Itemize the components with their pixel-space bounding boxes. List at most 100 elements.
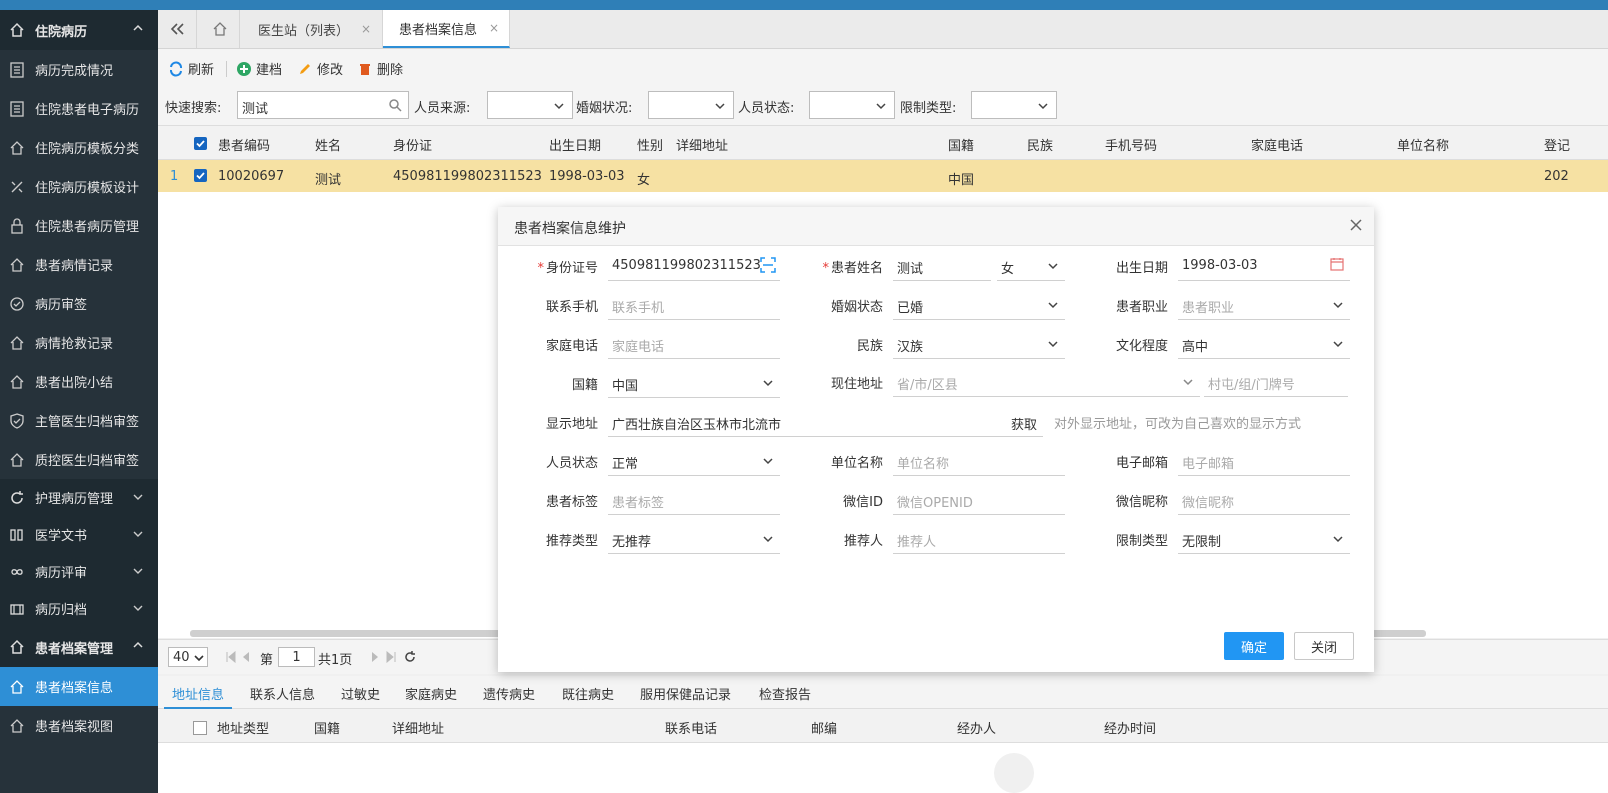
reload-icon[interactable]	[403, 650, 417, 664]
ethnic-select[interactable]: 汉族	[893, 328, 1065, 359]
collapse-sidebar-button[interactable]	[158, 10, 197, 48]
sidebar-item-record-management[interactable]: 住院患者病历管理	[0, 206, 158, 245]
home-tab-button[interactable]	[201, 10, 240, 48]
tab-patient-archive[interactable]: 患者档案信息 ×	[383, 10, 510, 48]
next-page-icon[interactable]	[370, 651, 380, 663]
sidebar-item-discharge-summary[interactable]: 患者出院小结	[0, 362, 158, 401]
sidebar-group-nursing[interactable]: 护理病历管理	[0, 479, 158, 516]
sidebar-group-inpatient-records[interactable]: 住院病历	[0, 10, 158, 50]
status-select[interactable]	[809, 91, 895, 119]
sidebar-item-record-completion[interactable]: 病历完成情况	[0, 50, 158, 89]
col-header[interactable]: 邮编	[811, 718, 837, 737]
prev-page-icon[interactable]	[241, 651, 251, 663]
close-icon[interactable]: ×	[489, 21, 499, 35]
search-icon[interactable]	[388, 98, 402, 112]
col-header[interactable]: 国籍	[314, 718, 340, 737]
col-header[interactable]: 详细地址	[392, 718, 444, 737]
tab-address-info[interactable]: 地址信息	[163, 684, 233, 709]
edit-button[interactable]: 修改	[297, 59, 343, 78]
sidebar-item-rescue-record[interactable]: 病情抢救记录	[0, 323, 158, 362]
col-header[interactable]: 手机号码	[1105, 135, 1157, 154]
wechat-field[interactable]: 微信OPENID	[893, 484, 1065, 515]
select-all-checkbox[interactable]	[193, 721, 207, 735]
col-header[interactable]: 详细地址	[676, 135, 728, 154]
sidebar-item-template-design[interactable]: 住院病历模板设计	[0, 167, 158, 206]
tab-doctor-station[interactable]: 医生站（列表） ×	[242, 10, 383, 48]
sidebar-item-qc-archive[interactable]: 质控医生归档审签	[0, 440, 158, 479]
page-size-select[interactable]: 40	[168, 647, 208, 667]
sidebar-item-patient-archive-info[interactable]: 患者档案信息	[0, 667, 158, 706]
source-select[interactable]	[487, 91, 573, 119]
col-header[interactable]: 出生日期	[549, 135, 601, 154]
create-button[interactable]: 建档	[236, 59, 282, 78]
job-select[interactable]: 患者职业	[1178, 289, 1350, 320]
person-status-select[interactable]: 正常	[608, 445, 780, 476]
scan-icon[interactable]	[760, 257, 776, 273]
last-page-icon[interactable]	[385, 651, 397, 663]
select-all-checkbox[interactable]	[194, 137, 207, 150]
display-addr-field[interactable]: 广西壮族自治区玉林市北流市 获取	[608, 406, 1043, 437]
col-header[interactable]: 姓名	[315, 135, 341, 154]
col-header[interactable]: 患者编码	[218, 135, 270, 154]
col-header[interactable]: 登记	[1544, 135, 1570, 154]
sidebar-group-record-evaluation[interactable]: 病历评审	[0, 553, 158, 590]
col-header[interactable]: 民族	[1027, 135, 1053, 154]
col-header[interactable]: 国籍	[948, 135, 974, 154]
nick-field[interactable]: 微信昵称	[1178, 484, 1350, 515]
col-header[interactable]: 经办时间	[1104, 718, 1156, 737]
close-icon[interactable]: ×	[361, 22, 371, 36]
rec-type-select[interactable]: 无推荐	[608, 523, 780, 554]
col-header[interactable]: 性别	[637, 135, 663, 154]
fetch-address-button[interactable]: 获取	[1011, 414, 1037, 433]
company-field[interactable]: 单位名称	[893, 445, 1065, 476]
marital-select[interactable]	[648, 91, 734, 119]
tab-past-history[interactable]: 既往病史	[562, 684, 614, 703]
sidebar-group-patient-archive[interactable]: 患者档案管理	[0, 627, 158, 667]
home-phone-field[interactable]: 家庭电话	[608, 328, 780, 359]
tab-allergy[interactable]: 过敏史	[341, 684, 380, 703]
address-region-select[interactable]: 省/市/区县	[893, 366, 1200, 397]
sidebar-item-patient-archive-view[interactable]: 患者档案视图	[0, 706, 158, 745]
tab-genetic-history[interactable]: 遗传病史	[483, 684, 535, 703]
table-row[interactable]: 1 10020697 测试 450981199802311523 1998-03…	[158, 160, 1608, 192]
confirm-button[interactable]: 确定	[1224, 632, 1284, 660]
col-header[interactable]: 联系电话	[665, 718, 717, 737]
first-page-icon[interactable]	[225, 651, 237, 663]
refresh-button[interactable]: 刷新	[168, 59, 214, 78]
birth-field[interactable]: 1998-03-03	[1178, 250, 1350, 281]
tab-supplements[interactable]: 服用保健品记录	[640, 684, 731, 703]
calendar-icon[interactable]	[1330, 257, 1344, 271]
delete-button[interactable]: 删除	[357, 59, 403, 78]
sidebar-group-medical-docs[interactable]: 医学文书	[0, 516, 158, 553]
name-field[interactable]: 测试	[893, 250, 991, 281]
gender-select[interactable]: 女	[997, 250, 1065, 281]
row-checkbox[interactable]	[194, 169, 207, 182]
col-header[interactable]: 经办人	[957, 718, 996, 737]
quick-search-input[interactable]: 测试	[237, 91, 409, 119]
village-field[interactable]: 村屯/组/门牌号	[1204, 366, 1348, 397]
sidebar-item-record-review[interactable]: 病历审签	[0, 284, 158, 323]
tag-field[interactable]: 患者标签	[608, 484, 780, 515]
col-header[interactable]: 地址类型	[217, 718, 269, 737]
sidebar-item-condition-record[interactable]: 患者病情记录	[0, 245, 158, 284]
nationality-select[interactable]: 中国	[608, 367, 780, 398]
close-button[interactable]: 关闭	[1294, 632, 1354, 660]
edu-select[interactable]: 高中	[1178, 328, 1350, 359]
id-card-field[interactable]: 450981199802311523	[608, 250, 780, 281]
col-header[interactable]: 身份证	[393, 135, 432, 154]
tab-exam-report[interactable]: 检查报告	[759, 684, 811, 703]
sidebar-item-inpatient-emr[interactable]: 住院患者电子病历	[0, 89, 158, 128]
email-field[interactable]: 电子邮箱	[1178, 445, 1350, 476]
tab-contact-info[interactable]: 联系人信息	[250, 684, 315, 703]
tab-family-history[interactable]: 家庭病史	[405, 684, 457, 703]
sidebar-item-attending-archive[interactable]: 主管医生归档审签	[0, 401, 158, 440]
phone-field[interactable]: 联系手机	[608, 289, 780, 320]
sidebar-item-template-category[interactable]: 住院病历模板分类	[0, 128, 158, 167]
sidebar-group-record-archive[interactable]: 病历归档	[0, 590, 158, 627]
marital-select[interactable]: 已婚	[893, 289, 1065, 320]
limit-type-select[interactable]: 无限制	[1178, 523, 1350, 554]
limit-select[interactable]	[971, 91, 1057, 119]
close-icon[interactable]	[1348, 217, 1364, 233]
col-header[interactable]: 单位名称	[1397, 135, 1449, 154]
page-input[interactable]: 1	[278, 647, 315, 667]
